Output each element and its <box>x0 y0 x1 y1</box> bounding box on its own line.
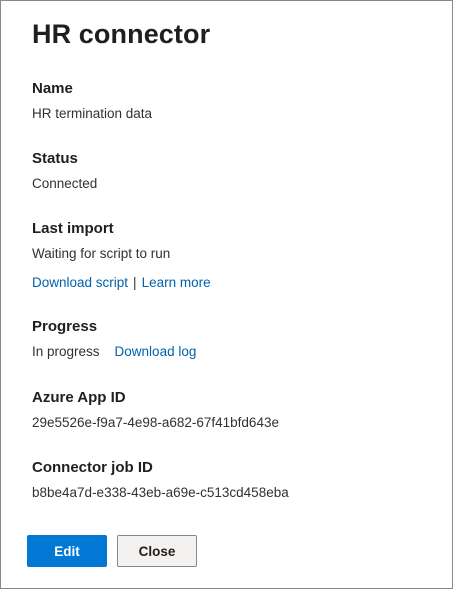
last-import-links: Download script | Learn more <box>32 274 211 292</box>
name-value: HR termination data <box>32 106 153 121</box>
last-import-value: Waiting for script to run <box>32 246 171 261</box>
progress-row: In progress Download log <box>32 343 196 361</box>
connector-job-id-label: Connector job ID <box>32 459 153 476</box>
azure-app-id-label: Azure App ID <box>32 389 126 406</box>
link-separator: | <box>133 275 137 290</box>
learn-more-link[interactable]: Learn more <box>142 275 211 290</box>
azure-app-id-value: 29e5526e-f9a7-4e98-a682-67f41bfd643e <box>32 415 279 430</box>
last-import-label: Last import <box>32 220 114 237</box>
last-import-section: Last import Waiting for script to run Do… <box>32 219 211 292</box>
azure-app-id-section: Azure App ID 29e5526e-f9a7-4e98-a682-67f… <box>32 388 279 432</box>
panel-title: HR connector <box>32 19 211 49</box>
progress-value: In progress <box>32 344 100 359</box>
progress-label: Progress <box>32 318 98 335</box>
close-button[interactable]: Close <box>117 535 197 567</box>
connector-job-id-value: b8be4a7d-e338-43eb-a69e-c513cd458eba <box>32 485 289 500</box>
name-section: Name HR termination data <box>32 79 152 123</box>
download-log-link[interactable]: Download log <box>115 344 197 359</box>
status-label: Status <box>32 150 78 167</box>
progress-section: Progress In progress Download log <box>32 317 196 361</box>
name-label: Name <box>32 80 73 97</box>
status-value: Connected <box>32 176 98 191</box>
status-section: Status Connected <box>32 149 97 193</box>
connector-details-panel: HR connector Name HR termination data St… <box>0 0 453 589</box>
connector-job-id-section: Connector job ID b8be4a7d-e338-43eb-a69e… <box>32 458 289 502</box>
download-script-link[interactable]: Download script <box>32 275 128 290</box>
edit-button[interactable]: Edit <box>27 535 107 567</box>
